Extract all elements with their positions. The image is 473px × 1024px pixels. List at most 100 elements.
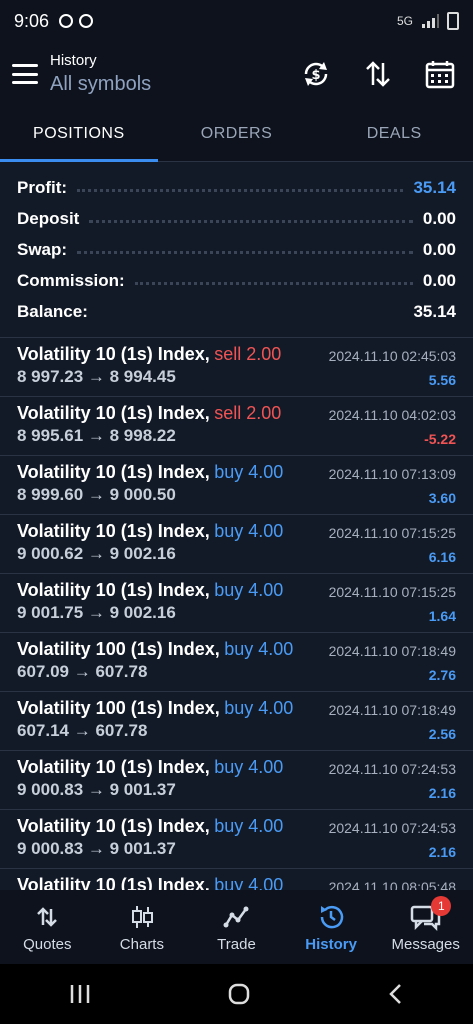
position-row[interactable]: Volatility 10 (1s) Index, buy 4.00 2024.…	[0, 869, 473, 890]
position-symbol: Volatility 10 (1s) Index,	[17, 580, 210, 600]
summary-label: Commission:	[17, 270, 125, 290]
quotes-arrows-icon	[35, 902, 59, 932]
position-time: 2024.11.10 02:45:03	[328, 348, 456, 364]
position-time: 2024.11.10 07:18:49	[328, 702, 456, 718]
recent-apps-icon[interactable]	[68, 983, 92, 1005]
position-symbol: Volatility 10 (1s) Index,	[17, 403, 210, 423]
nav-label: Charts	[119, 935, 164, 953]
nav-charts[interactable]: Charts	[95, 890, 190, 964]
position-time: 2024.11.10 07:24:53	[328, 820, 456, 836]
notification-icons	[59, 14, 94, 28]
position-profit: 5.56	[428, 372, 456, 388]
nav-label: Messages	[391, 935, 460, 953]
positions-list: Volatility 10 (1s) Index, sell 2.00 8 99…	[0, 338, 473, 890]
position-prices: 8 999.60 → 9 000.50	[17, 485, 176, 504]
home-icon[interactable]	[227, 982, 251, 1006]
position-row[interactable]: Volatility 10 (1s) Index, buy 4.00 9 000…	[0, 810, 473, 869]
position-row[interactable]: Volatility 10 (1s) Index, buy 4.00 9 000…	[0, 515, 473, 574]
calendar-icon[interactable]	[423, 57, 457, 91]
summary-value: 35.14	[413, 301, 456, 321]
position-profit: 1.64	[428, 608, 456, 624]
summary-swap: Swap: 0.00	[17, 234, 456, 265]
position-row[interactable]: Volatility 100 (1s) Index, buy 4.00 607.…	[0, 633, 473, 692]
summary-deposit: Deposit 0.00	[17, 203, 456, 234]
back-icon[interactable]	[386, 982, 406, 1006]
summary-label: Balance:	[17, 301, 88, 321]
position-profit: 2.76	[428, 667, 456, 683]
position-side: buy 4.00	[214, 875, 284, 890]
currency-sync-icon[interactable]: $	[299, 57, 333, 91]
position-time: 2024.11.10 07:13:09	[328, 466, 456, 482]
position-side: buy 4.00	[224, 639, 294, 659]
tab-orders[interactable]: ORDERS	[158, 106, 316, 161]
menu-icon[interactable]	[12, 64, 38, 84]
summary-label: Swap:	[17, 239, 68, 259]
app-header: History All symbols $	[0, 42, 473, 106]
whatsapp-icon	[59, 14, 74, 28]
nav-history[interactable]: History	[284, 890, 379, 964]
sort-icon[interactable]	[361, 57, 395, 91]
position-symbol: Volatility 10 (1s) Index,	[17, 344, 210, 364]
position-profit: 6.16	[428, 549, 456, 565]
trade-line-icon	[223, 902, 249, 932]
position-side: buy 4.00	[224, 698, 294, 718]
position-time: 2024.11.10 07:15:25	[328, 525, 456, 541]
status-right: 5G	[397, 12, 459, 30]
position-row[interactable]: Volatility 10 (1s) Index, buy 4.00 9 000…	[0, 751, 473, 810]
header-titles[interactable]: History All symbols	[50, 52, 151, 96]
position-symbol: Volatility 10 (1s) Index,	[17, 521, 210, 541]
position-symbol: Volatility 100 (1s) Index,	[17, 698, 220, 718]
position-symbol: Volatility 10 (1s) Index,	[17, 757, 210, 777]
summary-value: 0.00	[422, 239, 456, 259]
bottom-nav: Quotes Charts Trade History 1 Messages	[0, 890, 473, 964]
tab-deals[interactable]: DEALS	[315, 106, 473, 161]
position-side: buy 4.00	[214, 580, 284, 600]
position-profit: 2.16	[428, 844, 456, 860]
summary-value: 0.00	[422, 208, 456, 228]
position-side: sell 2.00	[214, 403, 282, 423]
history-tabs: POSITIONS ORDERS DEALS	[0, 106, 473, 162]
nav-label: History	[305, 935, 357, 953]
status-time: 9:06	[14, 10, 50, 31]
nav-messages[interactable]: 1 Messages	[378, 890, 473, 964]
status-bar: 9:06 5G	[0, 0, 473, 42]
position-side: buy 4.00	[214, 757, 284, 777]
summary-value: 0.00	[422, 270, 456, 290]
position-time: 2024.11.10 07:15:25	[328, 584, 456, 600]
position-symbol: Volatility 10 (1s) Index,	[17, 875, 210, 890]
summary-label: Deposit	[17, 208, 80, 228]
position-symbol: Volatility 10 (1s) Index,	[17, 816, 210, 836]
header-actions: $	[299, 57, 457, 91]
nav-quotes[interactable]: Quotes	[0, 890, 95, 964]
battery-icon	[447, 12, 459, 30]
position-prices: 607.09 → 607.78	[17, 662, 148, 681]
candlestick-icon	[129, 902, 155, 932]
position-prices: 8 995.61 → 8 998.22	[17, 426, 176, 445]
position-profit: 2.16	[428, 785, 456, 801]
position-time: 2024.11.10 04:02:03	[328, 407, 456, 423]
position-prices: 607.14 → 607.78	[17, 721, 148, 740]
nav-label: Trade	[217, 935, 256, 953]
svg-text:$: $	[311, 68, 320, 83]
account-summary: Profit: 35.14 Deposit 0.00 Swap: 0.00 Co…	[0, 162, 473, 338]
position-row[interactable]: Volatility 10 (1s) Index, sell 2.00 8 99…	[0, 338, 473, 397]
position-time: 2024.11.10 08:05:48	[328, 879, 456, 890]
summary-value: 35.14	[413, 177, 456, 197]
position-side: buy 4.00	[214, 462, 284, 482]
position-row[interactable]: Volatility 100 (1s) Index, buy 4.00 607.…	[0, 692, 473, 751]
position-row[interactable]: Volatility 10 (1s) Index, buy 4.00 9 001…	[0, 574, 473, 633]
tab-positions[interactable]: POSITIONS	[0, 106, 158, 162]
unread-badge: 1	[431, 896, 452, 916]
nav-label: Quotes	[23, 935, 72, 953]
position-prices: 9 000.62 → 9 002.16	[17, 544, 176, 563]
position-row[interactable]: Volatility 10 (1s) Index, buy 4.00 8 999…	[0, 456, 473, 515]
position-symbol: Volatility 10 (1s) Index,	[17, 462, 210, 482]
network-type: 5G	[396, 14, 413, 28]
position-symbol: Volatility 100 (1s) Index,	[17, 639, 220, 659]
position-prices: 9 000.83 → 9 001.37	[17, 839, 176, 858]
position-row[interactable]: Volatility 10 (1s) Index, sell 2.00 8 99…	[0, 397, 473, 456]
nav-trade[interactable]: Trade	[189, 890, 284, 964]
position-prices: 9 000.83 → 9 001.37	[17, 780, 176, 799]
summary-commission: Commission: 0.00	[17, 265, 456, 296]
position-prices: 9 001.75 → 9 002.16	[17, 603, 176, 622]
